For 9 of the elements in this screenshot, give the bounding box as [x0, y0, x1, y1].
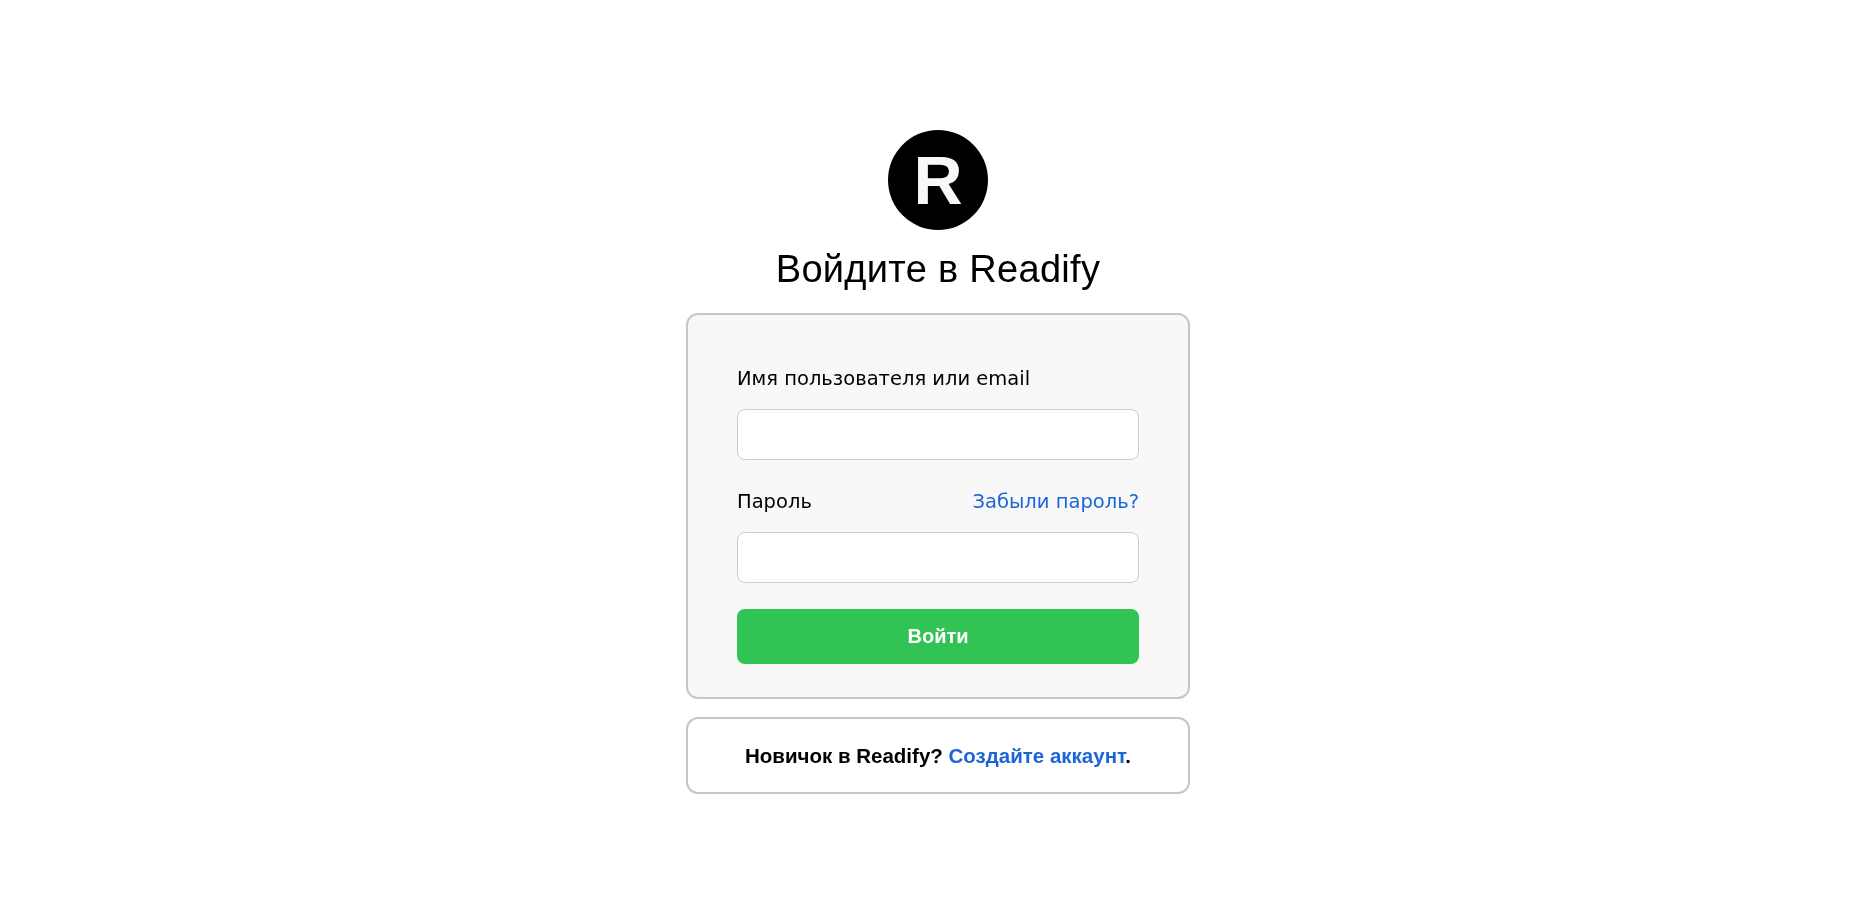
forgot-password-link[interactable]: Забыли пароль? — [972, 490, 1139, 514]
logo: R — [888, 130, 988, 230]
create-account-link[interactable]: Создайте аккаунт — [948, 743, 1126, 767]
field-label: Пароль — [737, 490, 812, 514]
input-field[interactable] — [737, 409, 1139, 460]
input-field[interactable] — [737, 532, 1139, 583]
field-label: Имя пользователя или email — [737, 367, 1031, 391]
signup-prompt: Новичок в Readify? Создайте аккаунт. — [745, 743, 1131, 768]
page-title: Войдите в Readify — [775, 247, 1101, 292]
